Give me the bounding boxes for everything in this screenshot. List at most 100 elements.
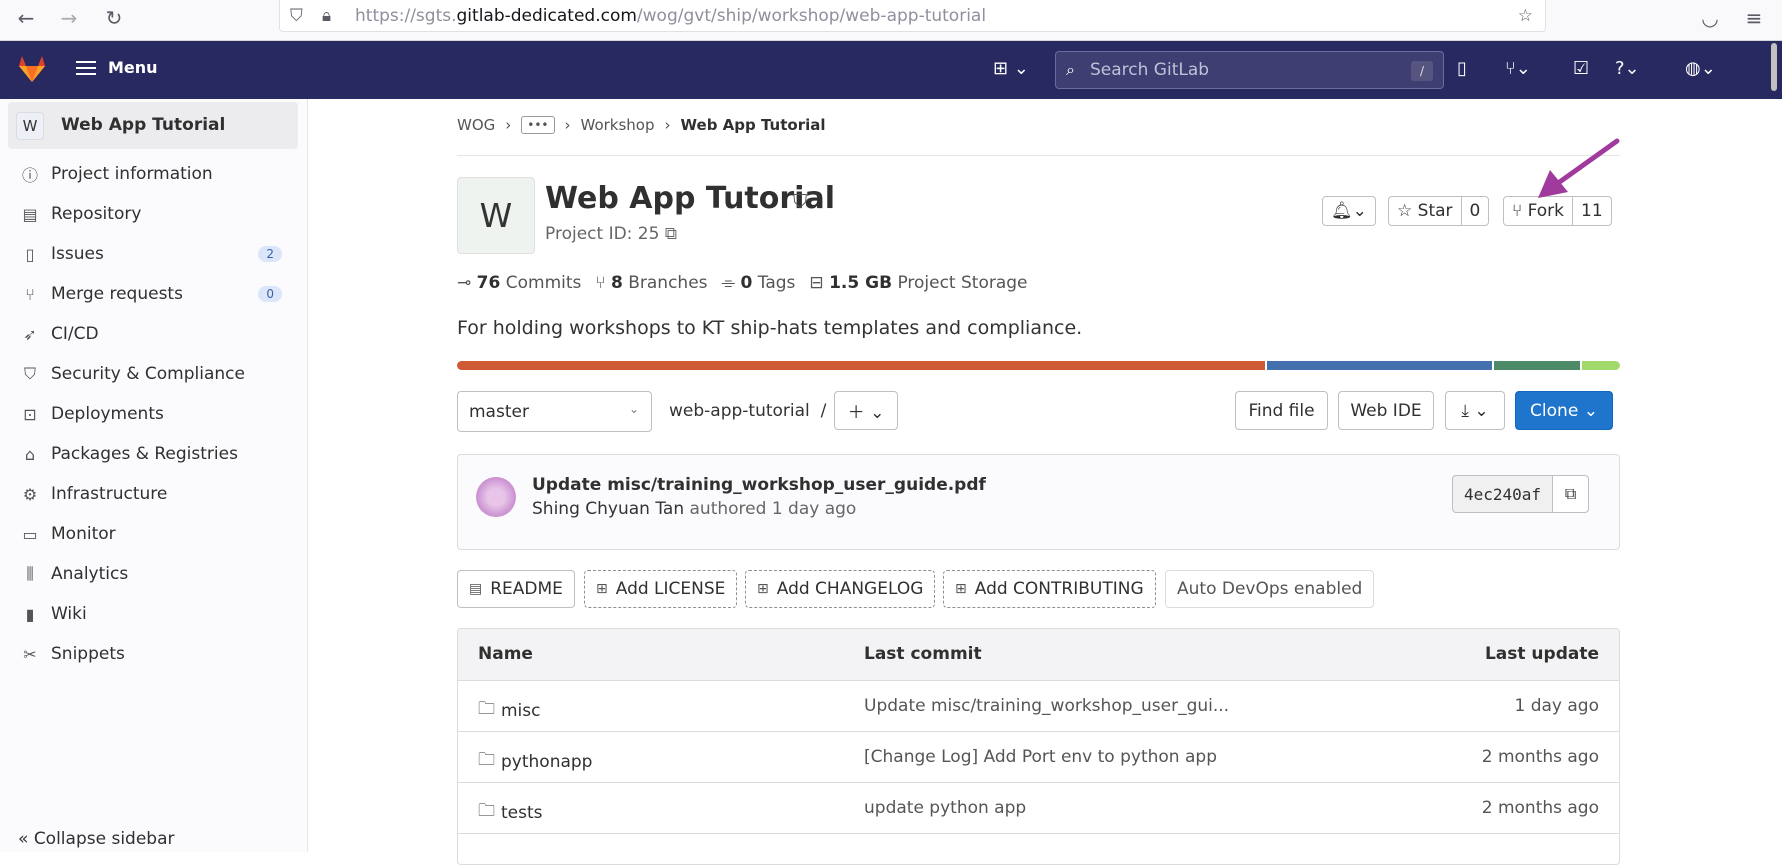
add-to-tree-dropdown[interactable]: ＋ ⌄ xyxy=(834,391,898,430)
reload-icon[interactable]: ↻ xyxy=(100,4,128,32)
web-ide-button[interactable]: Web IDE xyxy=(1338,391,1434,430)
commit-author[interactable]: Shing Chyuan Tan xyxy=(532,499,684,519)
sidebar-item-issues[interactable]: ▯ Issues 2 xyxy=(20,234,290,274)
breadcrumb-expand-button[interactable]: ••• xyxy=(521,116,555,134)
project-description: For holding workshops to KT ship-hats te… xyxy=(457,317,1083,339)
auto-devops-button[interactable]: Auto DevOps enabled xyxy=(1165,570,1375,608)
todo-icon[interactable]: ☑ xyxy=(1573,58,1589,79)
language-segment[interactable] xyxy=(1494,361,1580,370)
menu-button[interactable]: Menu xyxy=(76,58,158,77)
file-name-cell[interactable]: 🗀︎ tests xyxy=(478,798,543,827)
commits-link[interactable]: ⊸ 76 Commits xyxy=(457,273,581,293)
sidebar-item-label: Security & Compliance xyxy=(51,364,245,384)
menu-label: Menu xyxy=(108,58,158,77)
issues-icon[interactable]: ▯ xyxy=(1457,58,1467,79)
author-avatar[interactable] xyxy=(476,477,516,517)
sidebar-item-project-information[interactable]: ⓘ Project information xyxy=(20,154,290,194)
commit-sha-group: 4ec240af ⧉ xyxy=(1452,475,1590,513)
file-last-commit[interactable]: [Change Log] Add Port env to python app xyxy=(864,747,1217,767)
search-placeholder: Search GitLab xyxy=(1090,60,1210,80)
table-row[interactable]: 🗀︎ tests update python app 2 months ago xyxy=(458,783,1619,834)
forward-icon[interactable]: → xyxy=(55,4,83,32)
bookmark-star-icon[interactable]: ☆ xyxy=(1518,6,1533,26)
annotation-arrow-icon xyxy=(1538,138,1620,198)
notifications-dropdown[interactable]: 🔔︎⌄ xyxy=(1322,196,1376,226)
repo-path-link[interactable]: web-app-tutorial xyxy=(669,401,810,421)
sidebar-item-deployments[interactable]: ⊡ Deployments xyxy=(20,394,290,434)
sidebar-item-ci-cd[interactable]: ➶ CI/CD xyxy=(20,314,290,354)
add-contributing-button[interactable]: ⊞ Add CONTRIBUTING xyxy=(943,570,1156,608)
language-segment[interactable] xyxy=(1267,361,1492,370)
add-license-button[interactable]: ⊞ Add LICENSE xyxy=(584,570,738,608)
commit-icon: ⊸ xyxy=(457,273,472,293)
back-icon[interactable]: ← xyxy=(12,4,40,32)
language-segment[interactable] xyxy=(457,361,1265,370)
star-label-wrap: ☆ Star xyxy=(1389,197,1461,225)
breadcrumb-workshop[interactable]: Workshop xyxy=(581,116,655,134)
table-row[interactable]: 🗀︎ misc Update misc/training_workshop_use… xyxy=(458,681,1619,732)
user-avatar[interactable]: ◍⌄ xyxy=(1685,58,1716,79)
file-last-update: 2 months ago xyxy=(1481,747,1599,767)
gitlab-logo[interactable] xyxy=(16,53,48,89)
file-name: pythonapp xyxy=(501,751,593,772)
sidebar-item-monitor[interactable]: ▭ Monitor xyxy=(20,514,290,554)
monitor-icon: ▭ xyxy=(22,524,38,544)
search-input[interactable]: ⌕ Search GitLab / xyxy=(1055,51,1444,89)
sidebar-item-label: Infrastructure xyxy=(51,484,168,504)
sidebar-item-security[interactable]: ⛉ Security & Compliance xyxy=(20,354,290,394)
help-icon[interactable]: ?⌄ xyxy=(1615,58,1640,79)
commit-title[interactable]: Update misc/training_workshop_user_guide… xyxy=(532,475,986,495)
file-name: misc xyxy=(501,700,541,721)
download-dropdown[interactable]: ⤓ ⌄ xyxy=(1445,391,1505,430)
copy-sha-button[interactable]: ⧉ xyxy=(1552,476,1589,512)
sidebar-item-repository[interactable]: ▤ Repository xyxy=(20,194,290,234)
language-segment[interactable] xyxy=(1582,361,1620,370)
new-item-icon[interactable]: ⊞ ⌄ xyxy=(993,58,1029,79)
copy-icon[interactable]: ⧉ xyxy=(665,224,677,244)
project-id: Project ID: 25 ⧉ xyxy=(545,224,677,244)
file-last-commit[interactable]: update python app xyxy=(864,798,1026,818)
sidebar-item-wiki[interactable]: ▮ Wiki xyxy=(20,594,290,634)
sidebar-item-analytics[interactable]: ⫼ Analytics xyxy=(20,554,290,594)
collapse-sidebar-label: Collapse sidebar xyxy=(33,829,175,849)
sidebar-project-header[interactable]: W Web App Tutorial xyxy=(8,102,298,149)
sidebar-item-infrastructure[interactable]: ⚙ Infrastructure xyxy=(20,474,290,514)
tags-link[interactable]: ⌯ 0 Tags xyxy=(722,273,796,293)
add-changelog-button[interactable]: ⊞ Add CHANGELOG xyxy=(745,570,936,608)
branch-name: master xyxy=(469,402,529,422)
clone-label: Clone xyxy=(1530,400,1579,421)
fork-label: Fork xyxy=(1527,201,1565,221)
breadcrumb-current[interactable]: Web App Tutorial xyxy=(681,116,826,134)
app-menu-icon[interactable]: ≡ xyxy=(1740,4,1768,32)
branches-link[interactable]: ⑂ 8 Branches xyxy=(595,273,707,293)
page-scrollbar[interactable] xyxy=(1771,43,1777,91)
find-file-button[interactable]: Find file xyxy=(1235,391,1328,430)
sidebar-item-merge-requests[interactable]: ⑂ Merge requests 0 xyxy=(20,274,290,314)
readme-button[interactable]: ▤ README xyxy=(457,570,575,608)
star-label: Star xyxy=(1417,201,1453,221)
sidebar-item-snippets[interactable]: ✂ Snippets xyxy=(20,634,290,674)
breadcrumb-wog[interactable]: WOG xyxy=(457,116,495,134)
star-button[interactable]: ☆ Star 0 xyxy=(1388,196,1490,226)
sidebar-item-packages[interactable]: ⌂ Packages & Registries xyxy=(20,434,290,474)
table-row[interactable] xyxy=(458,834,1619,864)
table-row[interactable]: 🗀︎ pythonapp [Change Log] Add Port env to… xyxy=(458,732,1619,783)
file-name-cell[interactable]: 🗀︎ pythonapp xyxy=(478,747,592,776)
file-name-cell[interactable]: 🗀︎ misc xyxy=(478,696,541,725)
language-bar[interactable] xyxy=(457,361,1620,370)
pocket-icon[interactable]: ◡ xyxy=(1696,4,1724,32)
double-chevron-left-icon: « xyxy=(18,829,29,849)
file-last-commit[interactable]: Update misc/training_workshop_user_gui..… xyxy=(864,696,1229,716)
branch-selector[interactable]: master ⌄ xyxy=(457,391,652,432)
commit-sha[interactable]: 4ec240af xyxy=(1453,485,1552,504)
storage-link[interactable]: ⊟ 1.5 GB Project Storage xyxy=(809,273,1027,293)
commit-author-line: Shing Chyuan Tan authored 1 day ago xyxy=(532,499,856,519)
collapse-sidebar-button[interactable]: « Collapse sidebar xyxy=(18,829,175,849)
clone-dropdown[interactable]: Clone ⌄ xyxy=(1515,391,1613,430)
merge-requests-icon[interactable]: ⑂⌄ xyxy=(1505,58,1531,79)
plus-icon: ＋ ⌄ xyxy=(847,403,885,423)
search-shortcut-badge: / xyxy=(1411,61,1433,81)
chevron-right-icon: › xyxy=(505,116,512,134)
sidebar-item-label: Wiki xyxy=(51,604,87,624)
url-bar[interactable]: ⛉ 🔒︎ https://sgts.gitlab-dedicated.com/w… xyxy=(279,0,1546,32)
